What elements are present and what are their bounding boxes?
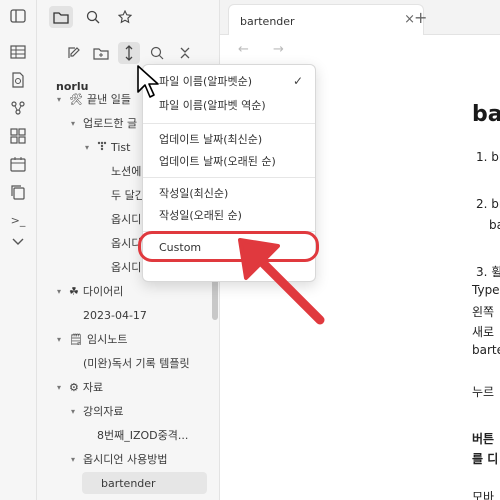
doc-title: ba bbox=[472, 102, 500, 127]
doc-line: barte bbox=[472, 343, 500, 357]
doc-line: 왼쪽 bbox=[472, 305, 495, 319]
menu-item-label: 작성일(최신순) bbox=[159, 187, 229, 200]
chevron-down-icon[interactable]: ▾ bbox=[68, 119, 78, 128]
chevron-down-icon[interactable]: ▾ bbox=[54, 287, 64, 296]
menu-item-sort-filename-desc[interactable]: 파일 이름(알파벳 역순) bbox=[149, 95, 309, 115]
menu-item-sort-filename-asc[interactable]: 파일 이름(알파벳순) ✓ bbox=[149, 71, 309, 91]
doc-line: 모바 bbox=[472, 490, 495, 500]
annotation-arrow-icon bbox=[238, 238, 325, 325]
chevron-down-icon[interactable]: ▾ bbox=[54, 335, 64, 344]
tree-item-label: 옵시디 bbox=[111, 213, 142, 226]
tree-item-label: 노션에 bbox=[111, 165, 142, 178]
folder-emoji-icon: 🗒 bbox=[69, 332, 83, 346]
tab-bar: bartender × + bbox=[220, 0, 500, 35]
explorer-toolbar bbox=[37, 42, 219, 66]
nav-arrows[interactable]: ← → bbox=[238, 42, 294, 57]
tree-item-label: 다이어리 bbox=[82, 285, 124, 298]
menu-item-sort-created-oldest[interactable]: 작성일(오래된 순) bbox=[149, 205, 309, 225]
doc-line: Type bbox=[472, 283, 500, 297]
menu-item-sort-created-newest[interactable]: 작성일(최신순) bbox=[149, 183, 309, 203]
tree-item-label: 임시노트 bbox=[86, 333, 128, 346]
tree-item-label: 옵시디 bbox=[111, 237, 142, 250]
tree-item-label: bartender bbox=[101, 476, 156, 490]
doc-line: ba bbox=[489, 218, 500, 232]
sidebar-tab-row bbox=[37, 0, 219, 34]
menu-item-label: 파일 이름(알파벳 역순) bbox=[159, 99, 266, 112]
doc-line: 버튼 bbox=[472, 432, 495, 446]
menu-divider bbox=[143, 177, 315, 178]
folder-icon[interactable] bbox=[49, 6, 73, 28]
chevron-down-icon[interactable]: ▾ bbox=[68, 455, 78, 464]
menu-item-label: 작성일(오래된 순) bbox=[159, 209, 242, 222]
calendar-icon[interactable] bbox=[8, 154, 28, 174]
chevron-down-icon[interactable]: ▾ bbox=[54, 95, 64, 104]
tree-item[interactable]: ▾ 🗒 임시노트 bbox=[54, 328, 207, 350]
mouse-cursor-icon bbox=[137, 65, 159, 98]
menu-item-sort-modified-oldest[interactable]: 업데이트 날짜(오래된 순) bbox=[149, 151, 309, 171]
tree-item-label: 옵시디언 사용방법 bbox=[83, 453, 168, 466]
tree-item-label: 자료 bbox=[82, 381, 104, 394]
grid-icon[interactable] bbox=[8, 42, 28, 62]
doc-line: 를 디 bbox=[472, 452, 499, 466]
tree-item-label: (미완)독서 기록 템플릿 bbox=[83, 357, 190, 370]
sidebar-toggle-icon[interactable] bbox=[8, 6, 28, 26]
tree-item[interactable]: ▾ ☘ 다이어리 bbox=[54, 280, 207, 302]
tab-title: bartender bbox=[240, 15, 295, 28]
star-icon[interactable] bbox=[113, 6, 137, 28]
dashboard-icon[interactable] bbox=[8, 126, 28, 146]
copy-icon[interactable] bbox=[8, 182, 28, 202]
doc-line: 2. br bbox=[476, 197, 500, 211]
menu-item-label: 업데이트 날짜(최신순) bbox=[159, 133, 263, 146]
obsidian-window: >_ norlu ▾ 🛠 끝낸 일들 ▾ 업로드한 글 ▾ Tist 노션에 두… bbox=[0, 0, 500, 500]
menu-item-label: 업데이트 날짜(오래된 순) bbox=[159, 155, 276, 168]
chevron-down-icon[interactable]: ▾ bbox=[82, 143, 92, 152]
new-note-icon[interactable] bbox=[63, 42, 85, 64]
tree-item[interactable]: ▾ 강의자료 bbox=[68, 400, 207, 422]
chevron-down-icon[interactable]: ▾ bbox=[54, 383, 64, 392]
menu-item-sort-modified-newest[interactable]: 업데이트 날짜(최신순) bbox=[149, 129, 309, 149]
collapse-icon[interactable] bbox=[174, 42, 196, 64]
search-icon[interactable] bbox=[146, 42, 168, 64]
folder-emoji-icon: 🛠 bbox=[69, 92, 83, 106]
doc-line: 누르 bbox=[472, 385, 495, 399]
doc-line: 3. 휠 bbox=[476, 265, 500, 279]
ribbon: >_ bbox=[0, 0, 37, 500]
file-plus-icon[interactable] bbox=[8, 70, 28, 90]
check-icon: ✓ bbox=[292, 74, 303, 88]
dots-icon bbox=[97, 141, 107, 154]
tree-item[interactable]: ▾ ⚙ 자료 bbox=[54, 376, 207, 398]
tree-item[interactable]: 8번째_IZOD중격... bbox=[82, 424, 207, 446]
search-icon[interactable] bbox=[81, 6, 105, 28]
doc-line: 새로 bbox=[472, 325, 495, 339]
menu-divider bbox=[143, 123, 315, 124]
graph-icon[interactable] bbox=[8, 98, 28, 118]
tree-item-label: 2023-04-17 bbox=[83, 308, 147, 322]
terminal-icon[interactable]: >_ bbox=[8, 210, 28, 230]
chevron-down-icon[interactable]: ▾ bbox=[68, 407, 78, 416]
tree-item-label: 업로드한 글 bbox=[83, 117, 138, 130]
new-tab-button[interactable]: + bbox=[414, 8, 427, 27]
tree-item-label: 끝낸 일들 bbox=[86, 93, 131, 106]
tree-item[interactable]: bartender bbox=[82, 472, 207, 494]
tree-item[interactable]: ▾ 옵시디언 사용방법 bbox=[68, 448, 207, 470]
tree-item[interactable]: (미완)독서 기록 템플릿 bbox=[68, 352, 207, 374]
menu-item-label: 파일 이름(알파벳순) bbox=[159, 75, 253, 88]
tree-item-label: 두 달간 bbox=[111, 189, 145, 202]
new-folder-icon[interactable] bbox=[90, 42, 112, 64]
sort-icon[interactable] bbox=[118, 42, 140, 64]
tab-bartender[interactable]: bartender × bbox=[228, 4, 424, 35]
folder-emoji-icon: ⚙ bbox=[69, 380, 79, 394]
folder-emoji-icon: ☘ bbox=[69, 284, 79, 298]
chevron-down-icon[interactable] bbox=[8, 232, 28, 252]
doc-line: 1. br bbox=[476, 150, 500, 164]
tree-item[interactable]: 2023-04-17 bbox=[68, 304, 207, 326]
tree-item-label: 8번째_IZOD중격... bbox=[97, 429, 189, 442]
tree-item-label: Tist bbox=[111, 140, 131, 154]
tree-item-label: 강의자료 bbox=[83, 405, 124, 418]
